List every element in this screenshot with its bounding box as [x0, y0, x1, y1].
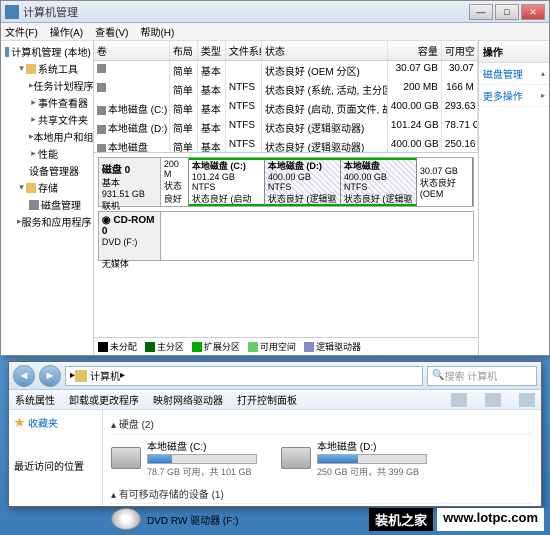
partition[interactable]: 本地磁盘400.00 GB NTFS状态良好 (逻辑驱	[341, 158, 417, 206]
explorer-content: ▴ 硬盘 (2) 本地磁盘 (C:) 78.7 GB 可用，共 101 GB 本…	[103, 410, 541, 506]
nav-favorites[interactable]: 收藏夹	[12, 413, 99, 432]
drive-c[interactable]: 本地磁盘 (C:) 78.7 GB 可用，共 101 GB	[111, 438, 257, 478]
menu-netdrive[interactable]: 映射网络驱动器	[153, 392, 223, 407]
drive-d-label: 本地磁盘 (D:)	[317, 438, 427, 453]
partition[interactable]: 本地磁盘 (D:)400.00 GB NTFS状态良好 (逻辑驱	[265, 158, 341, 206]
disk-0-label[interactable]: 磁盘 0 基本 931.51 GB 联机	[99, 158, 161, 206]
tree-shared[interactable]: ▸共享文件夹	[3, 111, 91, 128]
app-icon	[5, 5, 19, 19]
col-volume[interactable]: 卷	[94, 41, 170, 60]
star-icon	[14, 417, 25, 428]
section-hdd[interactable]: ▴ 硬盘 (2)	[111, 414, 533, 434]
explorer-menubar: 系统属性 卸载或更改程序 映射网络驱动器 打开控制面板	[9, 390, 541, 410]
view-icon[interactable]	[451, 393, 467, 407]
drive-d[interactable]: 本地磁盘 (D:) 250 GB 可用，共 399 GB	[281, 438, 427, 478]
maximize-button[interactable]: □	[495, 4, 519, 20]
disk-graphic-pane: 磁盘 0 基本 931.51 GB 联机 200 M状态良好本地磁盘 (C:)1…	[94, 153, 478, 337]
breadcrumb[interactable]: 计算机	[90, 368, 120, 383]
explorer-window: ◄ ► ▸ 计算机 ▸ 🔍 搜索 计算机 系统属性 卸载或更改程序 映射网络驱动…	[8, 361, 542, 507]
table-row[interactable]: 简单基本状态良好 (OEM 分区)30.07 GB30.07	[94, 61, 478, 80]
tree-root[interactable]: 计算机管理 (本地)	[3, 43, 91, 60]
actions-header: 操作	[479, 41, 549, 63]
table-row[interactable]: 本地磁盘简单基本NTFS状态良好 (逻辑驱动器)400.00 GB250.16	[94, 137, 478, 153]
search-input[interactable]: 🔍 搜索 计算机	[427, 366, 537, 386]
cdrom-row[interactable]: ◉ CD-ROM 0 DVD (F:) 无媒体	[98, 211, 474, 261]
explorer-nav[interactable]: 收藏夹 最近访问的位置	[9, 410, 103, 506]
tree-eventviewer[interactable]: ▸事件查看器	[3, 94, 91, 111]
drive-c-label: 本地磁盘 (C:)	[147, 438, 257, 453]
col-status[interactable]: 状态	[262, 41, 388, 60]
actions-pane: 操作 磁盘管理▴ 更多操作▸	[478, 41, 549, 355]
drive-c-info: 78.7 GB 可用，共 101 GB	[147, 465, 257, 478]
actions-diskmgmt[interactable]: 磁盘管理▴	[479, 63, 549, 85]
menu-action[interactable]: 操作(A)	[50, 24, 83, 39]
close-button[interactable]: ✕	[521, 4, 545, 20]
drive-dvd-label: DVD RW 驱动器 (F:)	[147, 512, 238, 527]
tree-systools[interactable]: ▾系统工具	[3, 60, 91, 77]
drive-d-bar	[317, 454, 427, 464]
legend: 未分配 主分区 扩展分区 可用空间 逻辑驱动器	[94, 337, 478, 355]
disk-0-row[interactable]: 磁盘 0 基本 931.51 GB 联机 200 M状态良好本地磁盘 (C:)1…	[98, 157, 474, 207]
titlebar[interactable]: 计算机管理 — □ ✕	[1, 1, 549, 23]
cdrom-label[interactable]: ◉ CD-ROM 0 DVD (F:) 无媒体	[99, 212, 161, 260]
address-bar[interactable]: ▸ 计算机 ▸	[65, 366, 423, 386]
col-capacity[interactable]: 容量	[388, 41, 442, 60]
menu-file[interactable]: 文件(F)	[5, 24, 38, 39]
drive-c-bar	[147, 454, 257, 464]
window-title: 计算机管理	[23, 4, 469, 20]
menu-uninstall[interactable]: 卸载或更改程序	[69, 392, 139, 407]
tree-devmgr[interactable]: 设备管理器	[3, 162, 91, 179]
menu-props[interactable]: 系统属性	[15, 392, 55, 407]
tree-tasksched[interactable]: ▸任务计划程序	[3, 77, 91, 94]
dvd-icon	[111, 508, 141, 530]
partition[interactable]: 本地磁盘 (C:)101.24 GB NTFS状态良好 (启动	[189, 158, 265, 206]
menu-help[interactable]: 帮助(H)	[140, 24, 174, 39]
preview-icon[interactable]	[485, 393, 501, 407]
center-pane: 卷 布局 类型 文件系统 状态 容量 可用空 简单基本状态良好 (OEM 分区)…	[94, 41, 478, 355]
tree-users[interactable]: ▸本地用户和组	[3, 128, 91, 145]
help-icon[interactable]	[519, 393, 535, 407]
col-free[interactable]: 可用空	[442, 41, 478, 60]
tree-storage[interactable]: ▾存储	[3, 179, 91, 196]
forward-button[interactable]: ►	[39, 365, 61, 387]
table-row[interactable]: 简单基本NTFS状态良好 (系统, 活动, 主分区)200 MB166 M	[94, 80, 478, 99]
actions-more[interactable]: 更多操作▸	[479, 85, 549, 107]
col-type[interactable]: 类型	[198, 41, 226, 60]
computer-icon	[75, 370, 87, 382]
table-row[interactable]: 本地磁盘 (D:)简单基本NTFS状态良好 (逻辑驱动器)101.24 GB78…	[94, 118, 478, 137]
hdd-icon	[111, 447, 141, 469]
drive-d-info: 250 GB 可用，共 399 GB	[317, 465, 427, 478]
section-removable[interactable]: ▴ 有可移动存储的设备 (1)	[111, 484, 533, 504]
menu-ctrlpanel[interactable]: 打开控制面板	[237, 392, 297, 407]
tree-services[interactable]: ▸服务和应用程序	[3, 213, 91, 230]
menubar: 文件(F) 操作(A) 查看(V) 帮助(H)	[1, 23, 549, 41]
search-icon: 🔍	[432, 370, 444, 381]
back-button[interactable]: ◄	[13, 365, 35, 387]
drive-dvd[interactable]: DVD RW 驱动器 (F:)	[111, 508, 238, 530]
table-row[interactable]: 本地磁盘 (C:)简单基本NTFS状态良好 (启动, 页面文件, 故障转储, 主…	[94, 99, 478, 118]
col-filesystem[interactable]: 文件系统	[226, 41, 262, 60]
tree-diskmgmt[interactable]: 磁盘管理	[3, 196, 91, 213]
hdd-icon	[281, 447, 311, 469]
minimize-button[interactable]: —	[469, 4, 493, 20]
chevron-icon: ▸	[120, 370, 125, 381]
table-header[interactable]: 卷 布局 类型 文件系统 状态 容量 可用空	[94, 41, 478, 61]
col-layout[interactable]: 布局	[170, 41, 198, 60]
partition[interactable]: 30.07 GB状态良好 (OEM	[417, 158, 473, 206]
nav-recent[interactable]: 最近访问的位置	[12, 456, 99, 475]
menu-view[interactable]: 查看(V)	[95, 24, 128, 39]
watermark: 装机之家 www.lotpc.com	[369, 508, 544, 531]
tree-perf[interactable]: ▸性能	[3, 145, 91, 162]
partition[interactable]: 200 M状态良好	[161, 158, 189, 206]
volume-table[interactable]: 卷 布局 类型 文件系统 状态 容量 可用空 简单基本状态良好 (OEM 分区)…	[94, 41, 478, 153]
computer-management-window: 计算机管理 — □ ✕ 文件(F) 操作(A) 查看(V) 帮助(H) 计算机管…	[0, 0, 550, 356]
explorer-toolbar: ◄ ► ▸ 计算机 ▸ 🔍 搜索 计算机	[9, 362, 541, 390]
nav-tree[interactable]: 计算机管理 (本地) ▾系统工具 ▸任务计划程序 ▸事件查看器 ▸共享文件夹 ▸…	[1, 41, 94, 355]
